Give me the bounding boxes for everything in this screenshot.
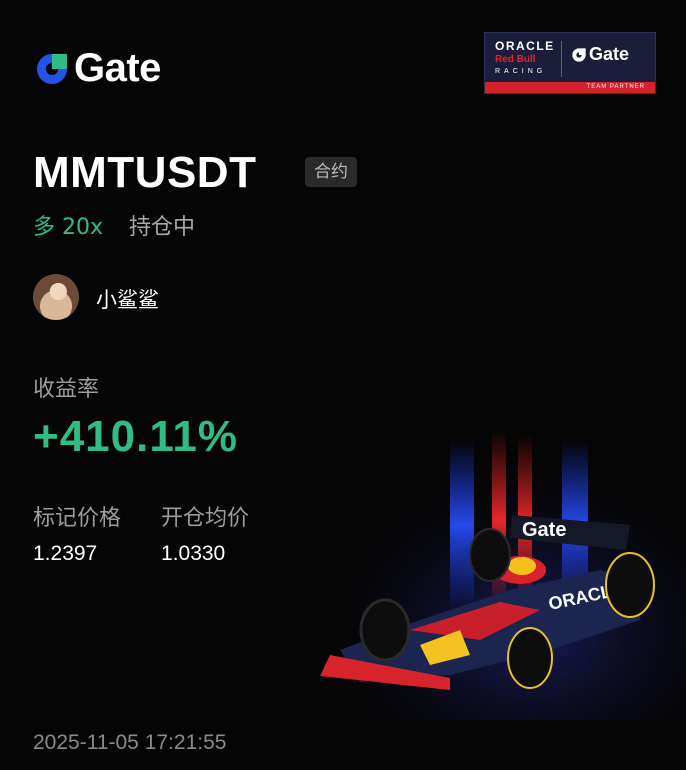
side-leverage: 多 20x	[33, 215, 104, 240]
trading-pair: MMTUSDT	[33, 148, 257, 197]
team-partner-label: TEAM PARTNER	[485, 82, 655, 93]
timestamp: 2025-11-05 17:21:55	[33, 731, 227, 754]
partner-gate-logo: Gate	[571, 44, 629, 65]
gate-logo: Gate	[34, 46, 161, 91]
position-status: 持仓中	[129, 215, 196, 240]
mark-price-label: 标记价格	[33, 506, 122, 531]
light-beam-red	[492, 430, 506, 610]
roi-label: 收益率	[33, 377, 100, 402]
gate-mini-icon	[572, 47, 586, 62]
partner-gate-text: Gate	[589, 44, 630, 64]
team-partner-badge: ORACLE Red Bull RACING Gate TEAM PARTNER	[484, 32, 656, 94]
avatar	[33, 274, 79, 320]
contract-tag: 合约	[305, 157, 357, 187]
mark-price-value: 1.2397	[33, 542, 98, 565]
light-beam-blue	[450, 440, 474, 610]
f1-car-illustration: Gate ORACLE	[300, 420, 686, 720]
entry-price-value: 1.0330	[161, 542, 226, 565]
roi-value: +410.11%	[33, 412, 238, 461]
oracle-wordmark: ORACLE	[495, 39, 555, 53]
racing-wordmark: RACING	[495, 68, 547, 75]
wing-gate-text: Gate	[522, 519, 566, 541]
brand-name: Gate	[74, 46, 161, 90]
entry-price-label: 开仓均价	[161, 506, 250, 531]
username: 小鲨鲨	[96, 288, 159, 312]
badge-divider	[561, 41, 562, 77]
redbull-wordmark: Red Bull	[495, 54, 536, 65]
gate-logo-icon	[37, 53, 67, 84]
